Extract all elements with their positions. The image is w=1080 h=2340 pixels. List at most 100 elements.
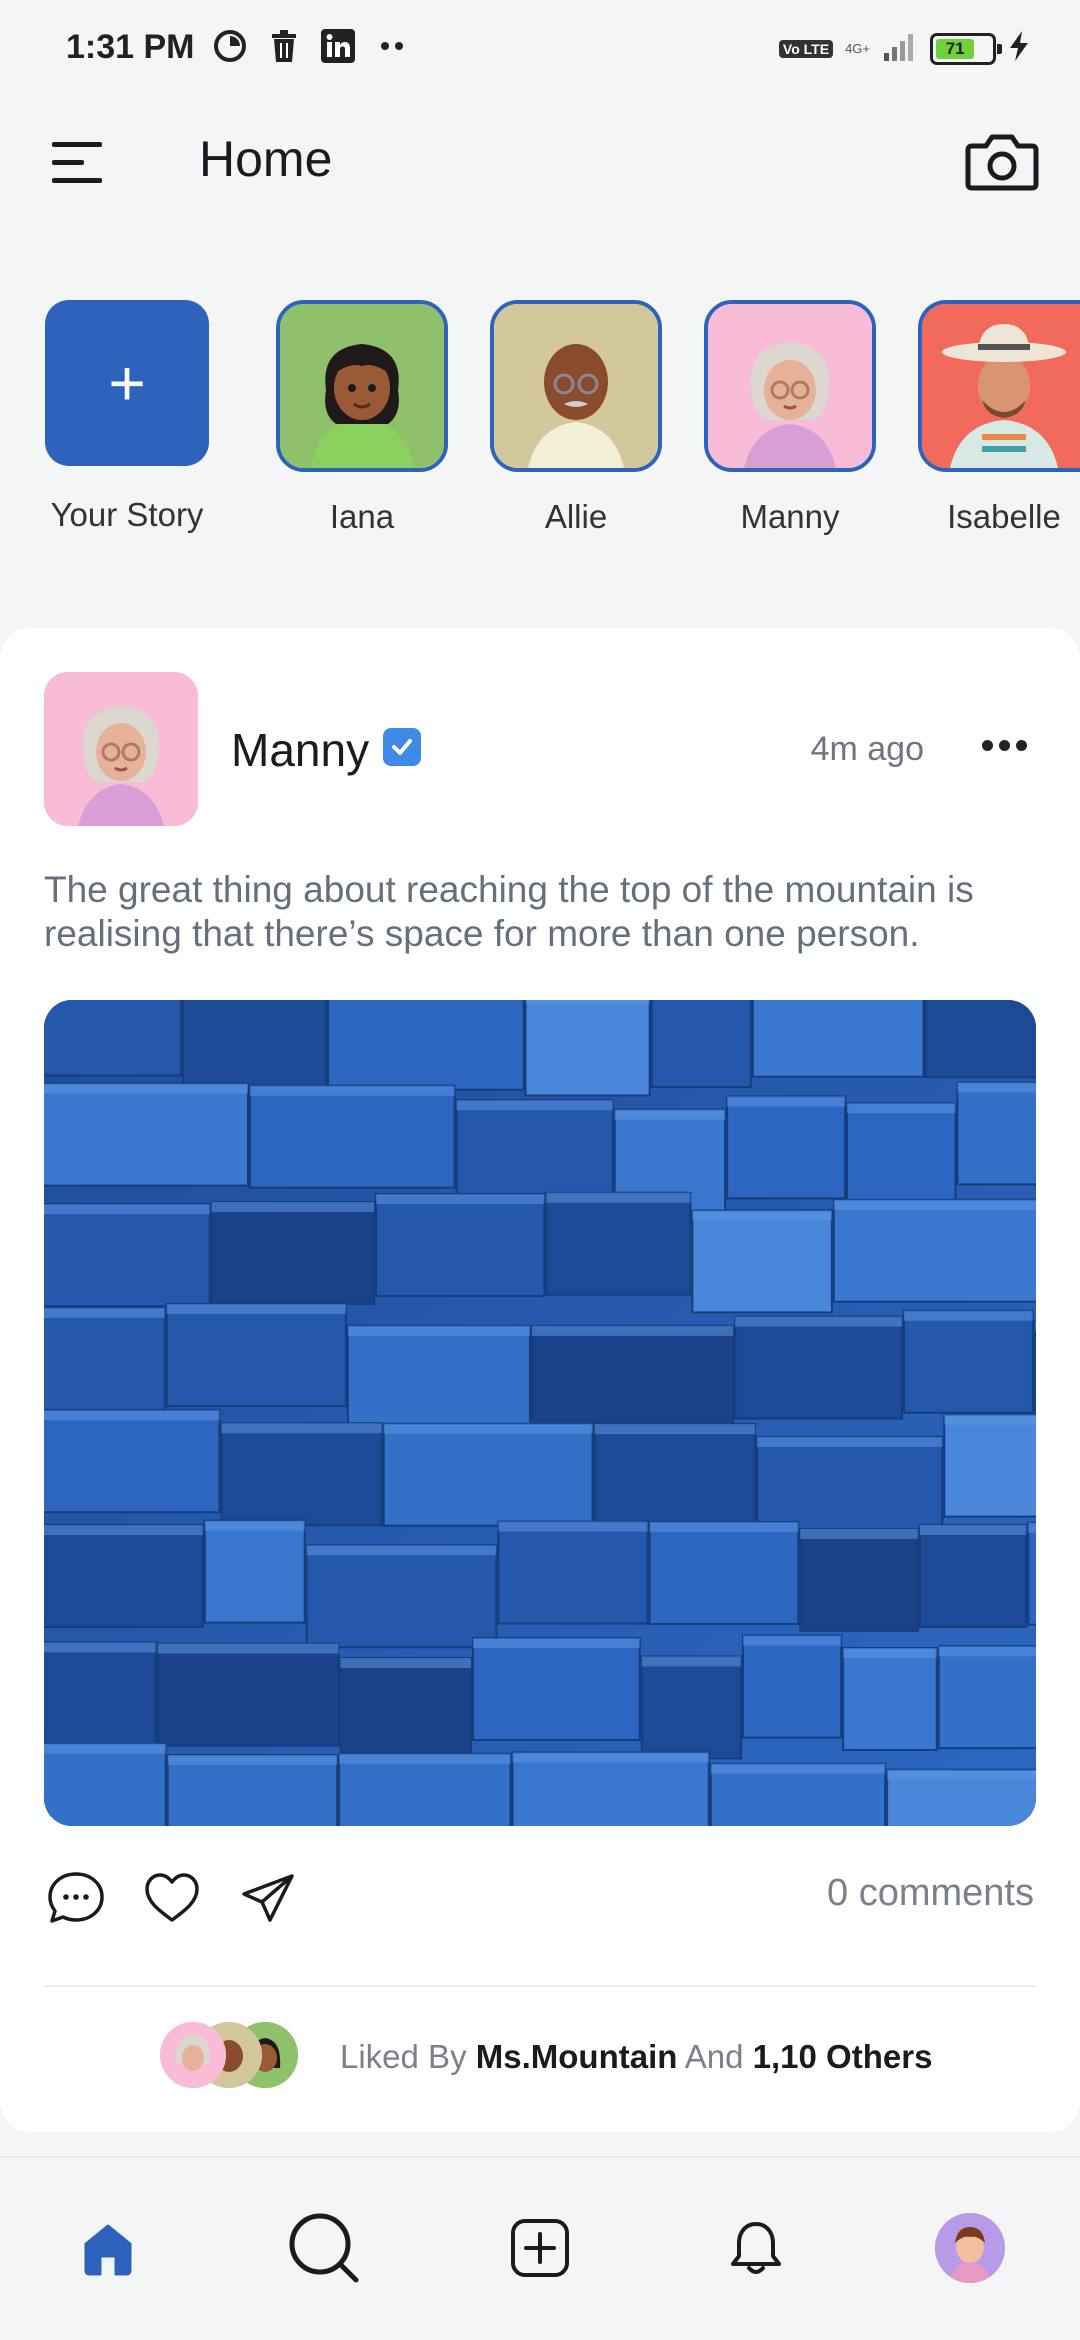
- wood-block-highlight: [957, 1082, 1036, 1093]
- story-label-your-story: Your Story: [50, 496, 204, 533]
- post-caption: The great thing about reaching the top o…: [44, 869, 974, 954]
- battery-level: 71: [936, 38, 975, 59]
- liked-by-user[interactable]: Ms.Mountain: [476, 2038, 678, 2075]
- story-label: Iana: [329, 498, 395, 535]
- wood-block-highlight: [692, 1210, 832, 1221]
- story-allie[interactable]: [490, 300, 662, 472]
- wood-block: [327, 1000, 525, 1091]
- post-options-button[interactable]: [964, 720, 1044, 770]
- network-type: 4G+: [845, 40, 870, 56]
- wood-block: [165, 1302, 347, 1407]
- wood-block: [640, 1655, 742, 1760]
- battery-indicator: 71: [930, 32, 1002, 65]
- status-bar: 1:31 PM Vo LTE 4G+ 71: [0, 0, 1080, 100]
- comments-count[interactable]: 0 comments: [827, 1872, 1034, 1915]
- wood-block: [44, 1082, 249, 1187]
- likes-summary[interactable]: Liked By Ms.Mountain And 1,10 Others: [160, 2018, 960, 2092]
- wood-block: [305, 1544, 498, 1649]
- wood-block-highlight: [383, 1423, 593, 1434]
- comment-button[interactable]: [44, 1866, 108, 1930]
- wood-block-highlight: [306, 1545, 497, 1556]
- wood-block-highlight: [919, 1524, 1027, 1535]
- wood-block-highlight: [44, 1743, 166, 1754]
- likes-others[interactable]: 1,10 Others: [753, 2038, 933, 2075]
- wood-block: [751, 1000, 925, 1078]
- wood-block: [902, 1309, 1034, 1414]
- wood-block: [846, 1102, 957, 1207]
- wood-block: [44, 1641, 157, 1746]
- wood-block-highlight: [44, 1410, 220, 1421]
- wood-block-highlight: [614, 1109, 726, 1120]
- wood-block-highlight: [525, 1000, 650, 1004]
- liker-avatars: [160, 2018, 310, 2092]
- page-title: Home: [199, 131, 333, 187]
- wood-block-highlight: [938, 1646, 1036, 1657]
- wood-block: [220, 1422, 383, 1527]
- wood-block: [650, 1000, 752, 1088]
- wood-block-highlight: [1028, 1522, 1036, 1533]
- story-manny[interactable]: [704, 300, 876, 472]
- wood-block: [44, 1524, 204, 1629]
- story-label: Manny: [740, 498, 840, 535]
- wood-block: [346, 1324, 531, 1429]
- wood-block-highlight: [249, 1085, 455, 1096]
- wood-block: [545, 1191, 692, 1296]
- post-timestamp: 4m ago: [810, 730, 924, 768]
- notifications-icon: [731, 2222, 781, 2274]
- wood-block: [455, 1099, 614, 1204]
- wood-block-highlight: [649, 1521, 799, 1532]
- wood-block: [734, 1315, 903, 1420]
- story-avatar: [922, 304, 1080, 468]
- story-label: Isabelle: [947, 498, 1061, 535]
- wood-block-highlight: [221, 1423, 382, 1434]
- share-button[interactable]: [236, 1866, 300, 1930]
- author-name[interactable]: Manny: [231, 723, 369, 777]
- wood-block: [937, 1645, 1036, 1750]
- nav-create-post[interactable]: [502, 2210, 578, 2286]
- menu-icon: [52, 142, 102, 183]
- wood-block: [181, 1000, 328, 1089]
- nav-notifications[interactable]: [718, 2210, 794, 2286]
- add-story-button[interactable]: +: [45, 300, 209, 466]
- wood-block-highlight: [546, 1192, 691, 1203]
- wood-block-highlight: [800, 1528, 918, 1539]
- wood-block-highlight: [531, 1325, 734, 1336]
- wood-block-highlight: [847, 1103, 956, 1114]
- menu-button[interactable]: [48, 132, 108, 192]
- story-isabelle[interactable]: [918, 300, 1080, 472]
- profile-avatar: [935, 2213, 1005, 2283]
- avatar-image: [44, 672, 198, 826]
- search-icon: [289, 2213, 359, 2283]
- more-dot: [1015, 739, 1027, 751]
- nav-profile[interactable]: [932, 2210, 1008, 2286]
- wood-block-highlight: [903, 1310, 1033, 1321]
- wood-block: [166, 1753, 339, 1826]
- post-image[interactable]: [44, 1000, 1036, 1826]
- status-time: 1:31 PM: [66, 28, 195, 66]
- camera-button[interactable]: [964, 122, 1040, 198]
- story-iana[interactable]: [276, 300, 448, 472]
- like-button[interactable]: [140, 1866, 204, 1930]
- story-avatar: [494, 304, 658, 468]
- nav-search[interactable]: [286, 2210, 362, 2286]
- stories-row: + Your Story Iana Allie Manny Isabelle: [0, 300, 1080, 560]
- more-dot: [998, 739, 1010, 751]
- wood-block: [382, 1422, 594, 1527]
- more-dots-icon: [981, 739, 993, 751]
- heart-icon: [145, 1873, 199, 1922]
- wood-block: [741, 1634, 843, 1739]
- verified-icon: [383, 728, 421, 766]
- wood-block-highlight: [211, 1202, 374, 1213]
- wood-block: [1027, 1521, 1036, 1626]
- wood-block: [44, 1409, 221, 1514]
- wood-block-highlight: [44, 1307, 165, 1318]
- wood-block: [210, 1201, 375, 1306]
- wood-block-highlight: [166, 1303, 346, 1314]
- signal-icon: [882, 31, 918, 66]
- author-avatar[interactable]: [44, 672, 198, 826]
- nav-home[interactable]: [70, 2210, 146, 2286]
- wood-block-highlight: [735, 1316, 902, 1327]
- wood-block: [472, 1637, 641, 1742]
- wood-block-highlight: [339, 1753, 511, 1764]
- comment-icon: [48, 1872, 104, 1923]
